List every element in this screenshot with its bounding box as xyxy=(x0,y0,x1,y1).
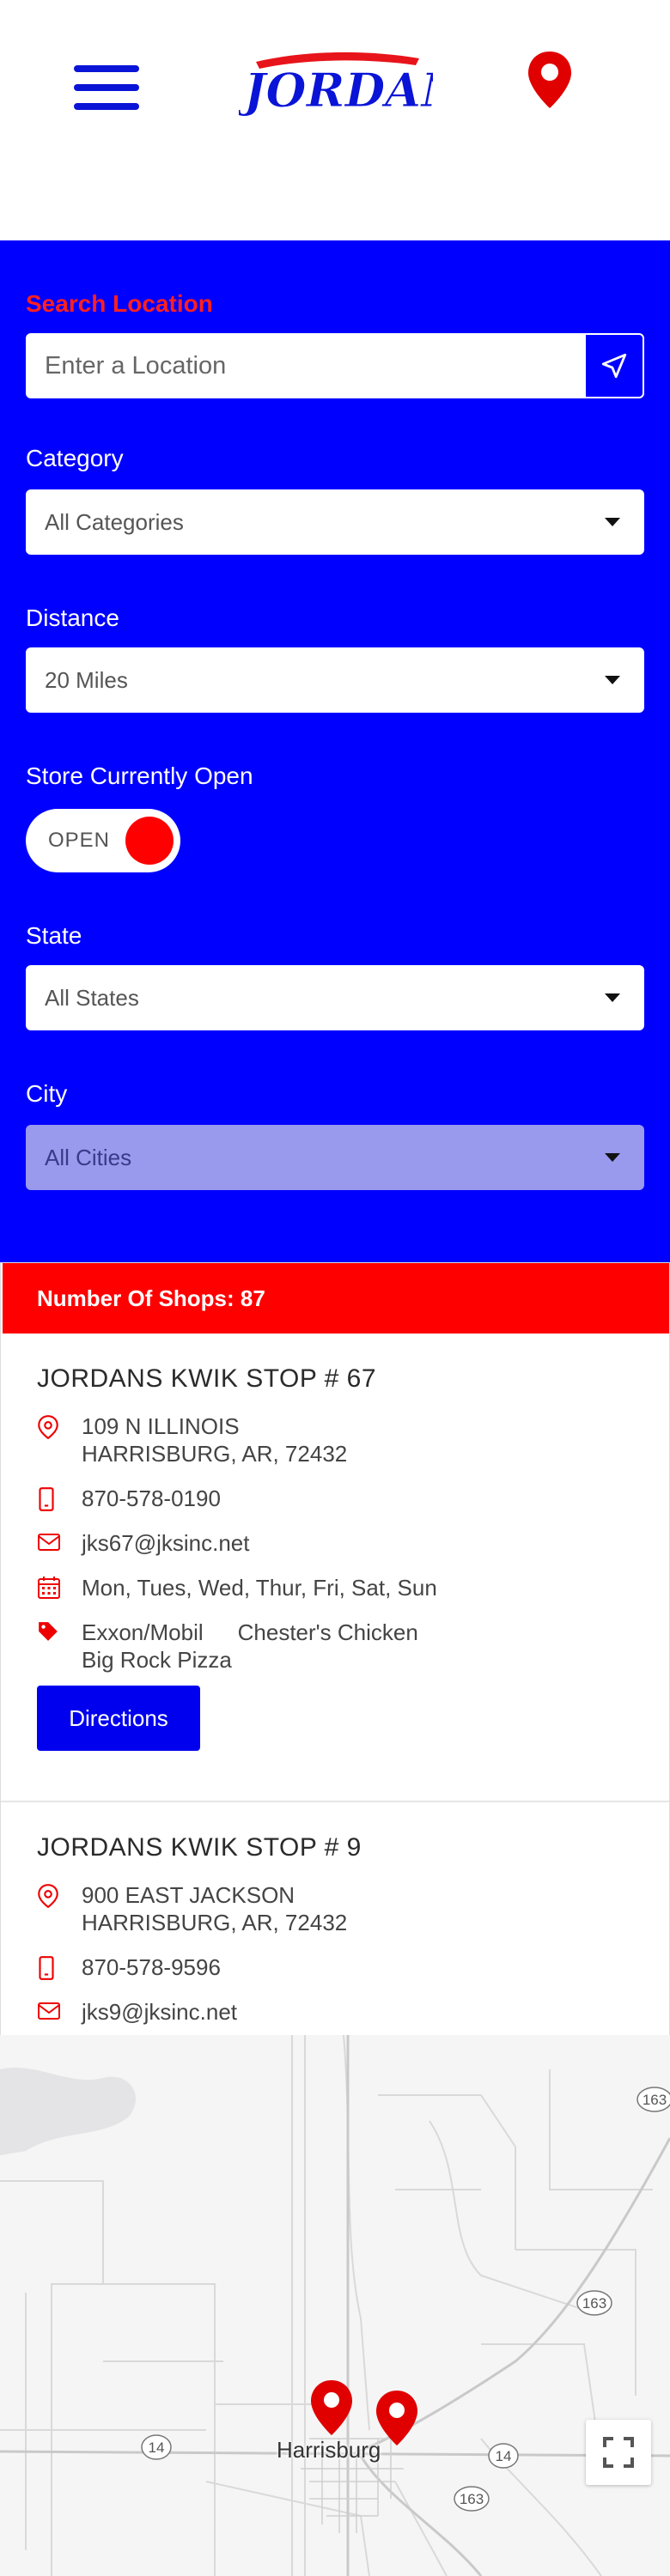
tag-item: Big Rock Pizza xyxy=(82,1647,232,1673)
search-location-label: Search Location xyxy=(26,290,213,317)
shop-email[interactable]: jks9@jksinc.net xyxy=(37,1998,237,2026)
state-select[interactable]: All States xyxy=(26,965,644,1030)
shop-card: JORDANS KWIK STOP # 9 900 EAST JACKSON HA… xyxy=(1,1802,669,2035)
shop-days: Mon, Tues, Wed, Thur, Fri, Sat, Sun xyxy=(37,1574,437,1601)
toggle-text: OPEN xyxy=(48,829,111,852)
route-number: 14 xyxy=(149,2439,165,2456)
map-pin-icon[interactable] xyxy=(526,50,574,110)
open-days: Mon, Tues, Wed, Thur, Fri, Sat, Sun xyxy=(82,1575,437,1601)
search-location-group xyxy=(26,333,644,398)
navigation-arrow-icon xyxy=(601,353,627,379)
email-address[interactable]: jks9@jksinc.net xyxy=(82,1998,237,2026)
shop-address: 900 EAST JACKSON HARRISBURG, AR, 72432 xyxy=(37,1881,347,1936)
address-line1: 900 EAST JACKSON xyxy=(82,1882,295,1908)
shop-tags: Exxon/Mobil Chester's Chicken Big Rock P… xyxy=(37,1619,511,1674)
route-number: 14 xyxy=(496,2448,512,2464)
location-pin-icon xyxy=(38,1884,58,1909)
calendar-icon xyxy=(38,1577,60,1599)
search-location-input[interactable] xyxy=(26,333,584,398)
tag-item: Chester's Chicken xyxy=(237,1619,418,1645)
tag-item: Exxon/Mobil xyxy=(82,1619,204,1645)
email-address[interactable]: jks67@jksinc.net xyxy=(82,1529,249,1557)
store-map[interactable]: 163 163 14 14 163 xyxy=(0,2035,670,2576)
store-open-toggle[interactable]: OPEN xyxy=(26,809,180,872)
phone-icon xyxy=(39,1487,54,1511)
store-open-label: Store Currently Open xyxy=(26,762,253,789)
shop-email[interactable]: jks67@jksinc.net xyxy=(37,1529,249,1557)
shop-name: JORDANS KWIK STOP # 9 xyxy=(37,1833,362,1862)
category-select-value: All Categories xyxy=(45,508,184,535)
jordans-logo[interactable]: JORDAN'S xyxy=(236,46,512,118)
distance-select-value: 20 Miles xyxy=(45,666,128,693)
shop-phone[interactable]: 870-578-0190 xyxy=(37,1485,221,1512)
logo-lettering: JORDAN'S xyxy=(239,63,433,118)
phone-number[interactable]: 870-578-9596 xyxy=(82,1953,221,1981)
filter-panel: Search Location Category All Categories … xyxy=(0,240,670,1262)
envelope-icon xyxy=(38,2002,60,2020)
fullscreen-icon[interactable] xyxy=(586,2420,651,2485)
state-label: State xyxy=(26,922,82,949)
city-label: City xyxy=(26,1080,68,1107)
location-pin-icon xyxy=(38,1415,58,1440)
map-city-label: Harrisburg xyxy=(277,2437,381,2463)
chevron-down-icon xyxy=(605,1153,620,1162)
route-number: 163 xyxy=(460,2491,484,2507)
chevron-down-icon xyxy=(605,676,620,684)
route-number: 163 xyxy=(643,2092,667,2108)
distance-select[interactable]: 20 Miles xyxy=(26,647,644,713)
shop-name: JORDANS KWIK STOP # 67 xyxy=(37,1364,377,1393)
use-my-location-button[interactable] xyxy=(584,333,644,398)
phone-icon xyxy=(39,1956,54,1980)
shop-address: 109 N ILLINOIS HARRISBURG, AR, 72432 xyxy=(37,1413,347,1467)
category-select[interactable]: All Categories xyxy=(26,489,644,555)
map-base: 163 163 14 14 163 xyxy=(0,2035,670,2576)
address-line1: 109 N ILLINOIS xyxy=(82,1413,240,1439)
city-select[interactable]: All Cities xyxy=(26,1125,644,1190)
hamburger-menu-icon[interactable] xyxy=(74,65,139,110)
envelope-icon xyxy=(38,1534,60,1551)
distance-label: Distance xyxy=(26,605,119,631)
route-number: 163 xyxy=(582,2295,606,2312)
chevron-down-icon xyxy=(605,993,620,1002)
shop-card: JORDANS KWIK STOP # 67 109 N ILLINOIS HAR… xyxy=(1,1334,669,1751)
chevron-down-icon xyxy=(605,518,620,526)
toggle-knob xyxy=(125,817,174,865)
shop-count-bar: Number Of Shops: 87 xyxy=(3,1263,669,1334)
address-line2: HARRISBURG, AR, 72432 xyxy=(82,1441,348,1467)
app-header: JORDAN'S xyxy=(0,0,670,240)
category-label: Category xyxy=(26,445,124,471)
directions-button[interactable]: Directions xyxy=(37,1686,200,1751)
shop-phone[interactable]: 870-578-9596 xyxy=(37,1953,221,1981)
phone-number[interactable]: 870-578-0190 xyxy=(82,1485,221,1512)
city-select-value: All Cities xyxy=(45,1144,132,1170)
state-select-value: All States xyxy=(45,984,139,1011)
address-line2: HARRISBURG, AR, 72432 xyxy=(82,1910,348,1935)
shop-results-list[interactable]: Number Of Shops: 87 JORDANS KWIK STOP # … xyxy=(0,1262,670,2035)
tag-icon xyxy=(39,1622,58,1641)
